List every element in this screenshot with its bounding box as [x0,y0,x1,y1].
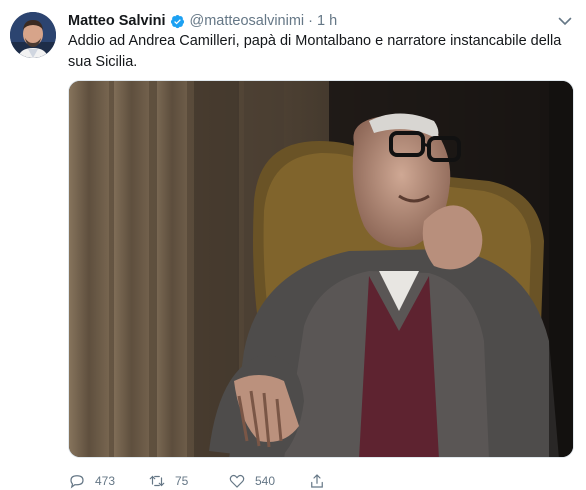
separator-dot: · [308,13,313,29]
timestamp[interactable]: 1 h [317,13,337,29]
avatar-image [10,12,56,58]
reply-button[interactable]: 473 [68,472,148,490]
tweet-photo[interactable] [68,80,574,458]
share-button[interactable] [308,472,388,490]
photo-image [69,81,573,457]
share-icon [311,474,323,488]
avatar[interactable] [10,12,56,58]
author-handle[interactable]: @matteosalvinimi [190,13,305,29]
retweet-icon [149,475,165,487]
retweet-button[interactable]: 75 [148,472,228,490]
chevron-down-icon[interactable] [556,12,574,30]
like-count: 540 [255,474,276,488]
reply-count: 473 [95,474,116,488]
reply-icon [70,475,84,489]
tweet[interactable]: Matteo Salvini @matteosalvinimi · 1 h Ad… [0,0,586,490]
tweet-actions: 473 75 540 [68,472,574,490]
like-button[interactable]: 540 [228,472,308,490]
tweet-header: Matteo Salvini @matteosalvinimi · 1 h [68,12,337,30]
heart-icon [229,474,245,488]
verified-badge-icon [170,14,185,29]
author-name[interactable]: Matteo Salvini [68,13,166,29]
tweet-text: Addio ad Andrea Camilleri, papà di Monta… [68,33,562,70]
retweet-count: 75 [175,474,189,488]
